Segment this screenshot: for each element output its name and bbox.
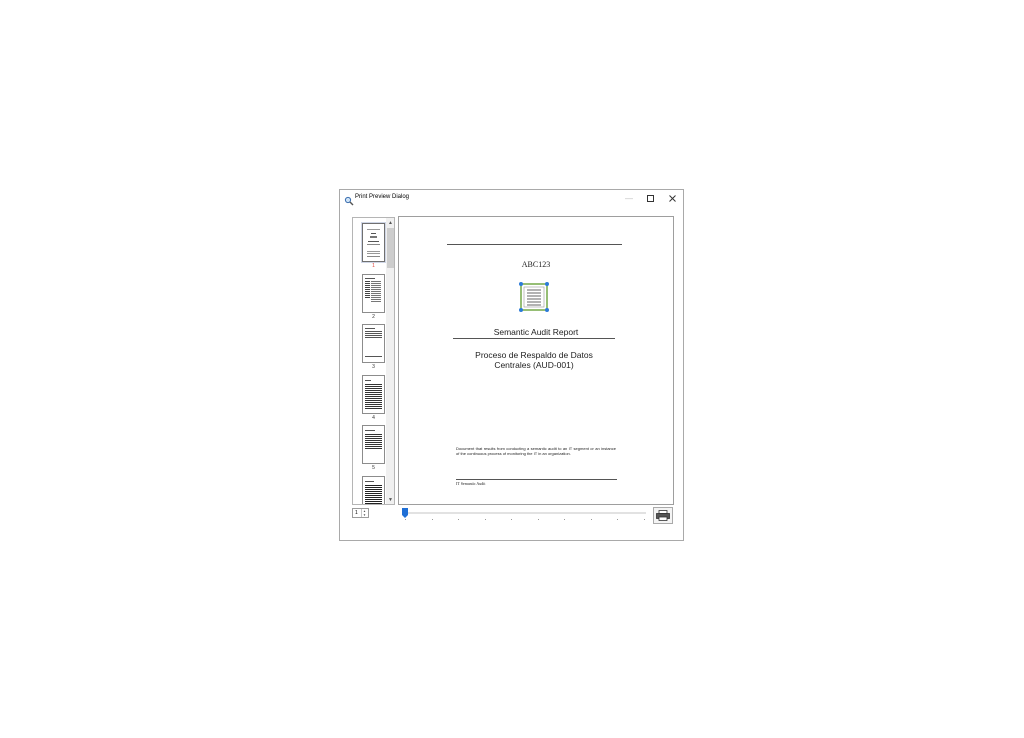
maximize-button[interactable] bbox=[639, 190, 661, 206]
report-title: Semantic Audit Report bbox=[493, 327, 579, 337]
thumbnail-page-5[interactable] bbox=[362, 425, 385, 464]
printer-icon bbox=[656, 510, 670, 521]
thumbnail-page-2[interactable] bbox=[362, 274, 385, 313]
page-footer: IT Semantic Audit bbox=[456, 481, 486, 486]
scroll-down-arrow-icon[interactable]: ▼ bbox=[386, 495, 394, 504]
zoom-tick bbox=[564, 519, 565, 520]
document-logo-icon bbox=[519, 282, 549, 312]
report-description: Document that results from conducting a … bbox=[456, 446, 616, 456]
title-bar[interactable]: Print Preview Dialog — bbox=[340, 190, 683, 206]
zoom-tick bbox=[484, 519, 486, 520]
thumbnail-page-3[interactable] bbox=[362, 324, 385, 363]
scroll-up-arrow-icon[interactable]: ▲ bbox=[386, 218, 394, 227]
footer-rule bbox=[456, 479, 617, 480]
thumbnail-page-6[interactable] bbox=[362, 476, 385, 504]
thumbnail-page-1[interactable] bbox=[362, 223, 385, 262]
thumbnail-number: 3 bbox=[372, 364, 375, 370]
zoom-tick bbox=[590, 519, 592, 520]
thumbnail-page-4[interactable] bbox=[362, 375, 385, 414]
zoom-tick bbox=[458, 519, 459, 520]
print-preview-dialog: Print Preview Dialog — 1 2 3 4 5 ▲ ▼ ABC… bbox=[339, 189, 684, 541]
page-number-value[interactable]: 1 bbox=[355, 510, 358, 517]
zoom-tick bbox=[617, 519, 618, 520]
zoom-tick bbox=[511, 519, 512, 520]
zoom-tick bbox=[405, 519, 406, 520]
magnifier-icon bbox=[344, 193, 354, 206]
scrollbar-thumb[interactable] bbox=[387, 228, 394, 268]
header-rule bbox=[447, 244, 622, 245]
close-button[interactable] bbox=[661, 190, 683, 206]
page-preview[interactable]: ABC123 Semantic Audit Report Proceso de … bbox=[398, 216, 674, 505]
minimize-icon: — bbox=[625, 193, 633, 203]
stepper-arrows-icon[interactable]: ▲ ▼ bbox=[361, 509, 367, 517]
thumbnail-number: 5 bbox=[372, 465, 375, 471]
company-name: ABC123 bbox=[521, 260, 551, 269]
window-title: Print Preview Dialog bbox=[355, 194, 410, 200]
zoom-slider-track[interactable] bbox=[404, 512, 646, 514]
thumbnail-number: 1 bbox=[372, 263, 375, 269]
zoom-tick bbox=[643, 519, 645, 520]
close-icon bbox=[668, 194, 676, 202]
title-rule bbox=[453, 338, 615, 339]
maximize-icon bbox=[646, 194, 654, 202]
thumbnails-scrollbar[interactable]: ▲ ▼ bbox=[386, 218, 394, 504]
minimize-button[interactable]: — bbox=[618, 190, 640, 206]
print-button[interactable] bbox=[653, 507, 673, 524]
thumbnail-number: 2 bbox=[372, 314, 375, 320]
zoom-tick bbox=[537, 519, 539, 520]
zoom-tick bbox=[431, 519, 433, 520]
page-number-stepper[interactable]: 1 ▲ ▼ bbox=[352, 508, 369, 518]
thumbnail-number: 4 bbox=[372, 415, 375, 421]
page-thumbnails-panel[interactable]: 1 2 3 4 5 ▲ ▼ bbox=[352, 217, 395, 505]
zoom-slider-thumb[interactable] bbox=[402, 508, 408, 518]
process-title: Proceso de Respaldo de Datos Centrales (… bbox=[475, 350, 593, 370]
